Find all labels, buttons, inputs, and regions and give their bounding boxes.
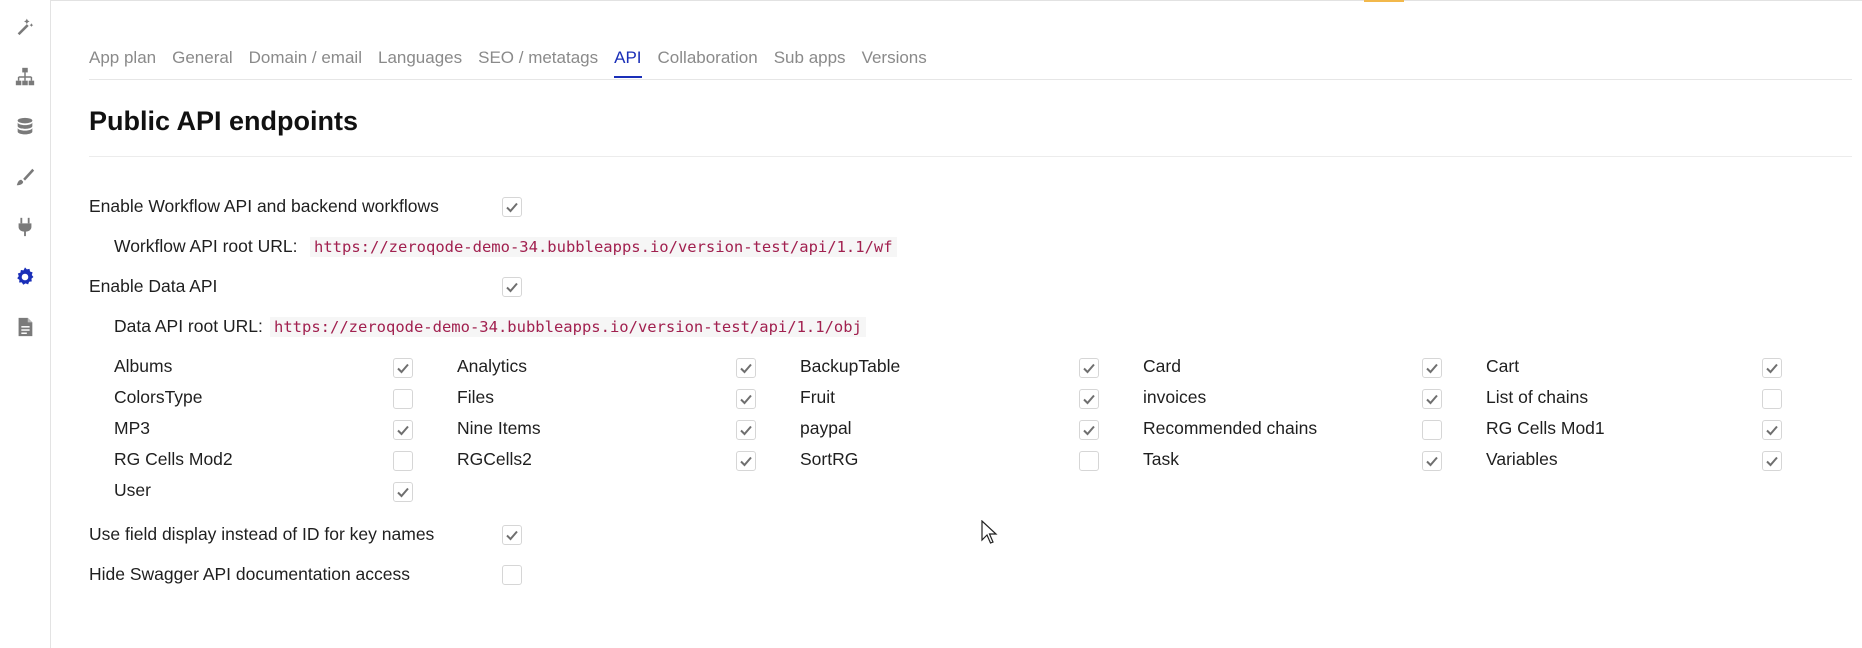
data-type-checkbox-rg-cells-mod1[interactable] [1762,420,1782,440]
data-type-checkbox-cart[interactable] [1762,358,1782,378]
data-url-label: Data API root URL: [114,316,263,336]
tab-seo-metatags[interactable]: SEO / metatags [478,44,598,77]
checkmark-icon [506,282,518,293]
data-type-label-albums: Albums [114,356,173,376]
data-type-checkbox-colorstype[interactable] [393,389,413,409]
field-display-label: Use field display instead of ID for key … [89,524,435,544]
data-type-label-invoices: invoices [1143,387,1207,407]
data-type-checkbox-invoices[interactable] [1422,389,1442,409]
sidebar [0,0,51,648]
checkmark-icon [740,456,752,467]
data-type-label-fruit: Fruit [800,387,835,407]
data-type-label-analytics: Analytics [457,356,528,376]
data-type-label-cart: Cart [1486,356,1520,376]
checkmark-icon [1426,394,1438,405]
data-type-label-backuptable: BackupTable [800,356,901,376]
tab-collaboration[interactable]: Collaboration [658,44,758,77]
data-type-checkbox-mp3[interactable] [393,420,413,440]
logs-icon[interactable] [12,314,38,340]
data-type-label-rg-cells-mod2: RG Cells Mod2 [114,449,233,469]
workflow-url-value[interactable]: https://zeroqode-demo-34.bubbleapps.io/v… [310,237,897,257]
data-url-value[interactable]: https://zeroqode-demo-34.bubbleapps.io/v… [270,317,866,337]
data-type-checkbox-paypal[interactable] [1079,420,1099,440]
checkmark-icon [740,394,752,405]
data-type-label-paypal: paypal [800,418,852,438]
tab-api[interactable]: API [614,44,642,78]
checkmark-icon [1083,394,1095,405]
data-type-checkbox-nine-items[interactable] [736,420,756,440]
data-type-checkbox-rg-cells-mod2[interactable] [393,451,413,471]
data-type-label-rgcells2: RGCells2 [457,449,532,469]
data-type-label-recommended-chains: Recommended chains [1143,418,1318,438]
data-type-label-variables: Variables [1486,449,1558,469]
data-type-checkbox-sortrg[interactable] [1079,451,1099,471]
checkmark-icon [397,363,409,374]
checkmark-icon [1766,425,1778,436]
data-type-label-nine-items: Nine Items [457,418,541,438]
tab-sub-apps[interactable]: Sub apps [774,44,846,77]
tab-languages[interactable]: Languages [378,44,462,77]
workflow-icon[interactable] [12,64,38,90]
data-type-checkbox-backuptable[interactable] [1079,358,1099,378]
checkmark-icon [1766,363,1778,374]
tab-general[interactable]: General [172,44,232,77]
workflow-url-label: Workflow API root URL: [114,236,298,256]
checkmark-icon [740,363,752,374]
data-api-label: Enable Data API [89,276,218,296]
tab-domain-email[interactable]: Domain / email [249,44,362,77]
checkmark-icon [397,487,409,498]
mouse-cursor-icon [981,520,998,544]
checkmark-icon [1766,456,1778,467]
styles-icon[interactable] [12,164,38,190]
title-divider [89,156,1852,157]
data-type-label-card: Card [1143,356,1181,376]
data-type-checkbox-list-of-chains[interactable] [1762,389,1782,409]
data-type-checkbox-user[interactable] [393,482,413,502]
data-type-label-task: Task [1143,449,1179,469]
design-icon[interactable] [12,13,38,39]
top-accent-marker [1364,0,1404,2]
data-type-checkbox-recommended-chains[interactable] [1422,420,1442,440]
page-title: Public API endpoints [89,106,359,136]
data-type-label-rg-cells-mod1: RG Cells Mod1 [1486,418,1605,438]
data-type-checkbox-task[interactable] [1422,451,1442,471]
tab-versions[interactable]: Versions [862,44,927,77]
hide-swagger-checkbox[interactable] [502,565,522,585]
checkmark-icon [506,202,518,213]
checkmark-icon [506,530,518,541]
tab-app-plan[interactable]: App plan [89,44,156,77]
data-type-label-mp3: MP3 [114,418,150,438]
data-type-checkbox-rgcells2[interactable] [736,451,756,471]
data-type-label-sortrg: SortRG [800,449,859,469]
hide-swagger-label: Hide Swagger API documentation access [89,564,411,584]
data-type-label-list-of-chains: List of chains [1486,387,1589,407]
data-type-label-user: User [114,480,151,500]
data-type-label-files: Files [457,387,494,407]
workflow-api-label: Enable Workflow API and backend workflow… [89,196,439,216]
settings-icon[interactable] [12,264,38,290]
checkmark-icon [740,425,752,436]
data-api-checkbox[interactable] [502,277,522,297]
data-type-label-colorstype: ColorsType [114,387,203,407]
data-type-checkbox-variables[interactable] [1762,451,1782,471]
workflow-api-checkbox[interactable] [502,197,522,217]
checkmark-icon [1083,425,1095,436]
plugins-icon[interactable] [12,214,38,240]
data-icon[interactable] [12,114,38,140]
data-type-checkbox-fruit[interactable] [1079,389,1099,409]
data-type-checkbox-analytics[interactable] [736,358,756,378]
checkmark-icon [1426,456,1438,467]
checkmark-icon [397,425,409,436]
data-type-checkbox-card[interactable] [1422,358,1442,378]
checkmark-icon [1083,363,1095,374]
settings-tabs: App plan General Domain / email Language… [89,44,1852,80]
checkmark-icon [1426,363,1438,374]
field-display-checkbox[interactable] [502,525,522,545]
data-type-checkbox-albums[interactable] [393,358,413,378]
data-type-checkbox-files[interactable] [736,389,756,409]
top-border [0,0,1862,1]
